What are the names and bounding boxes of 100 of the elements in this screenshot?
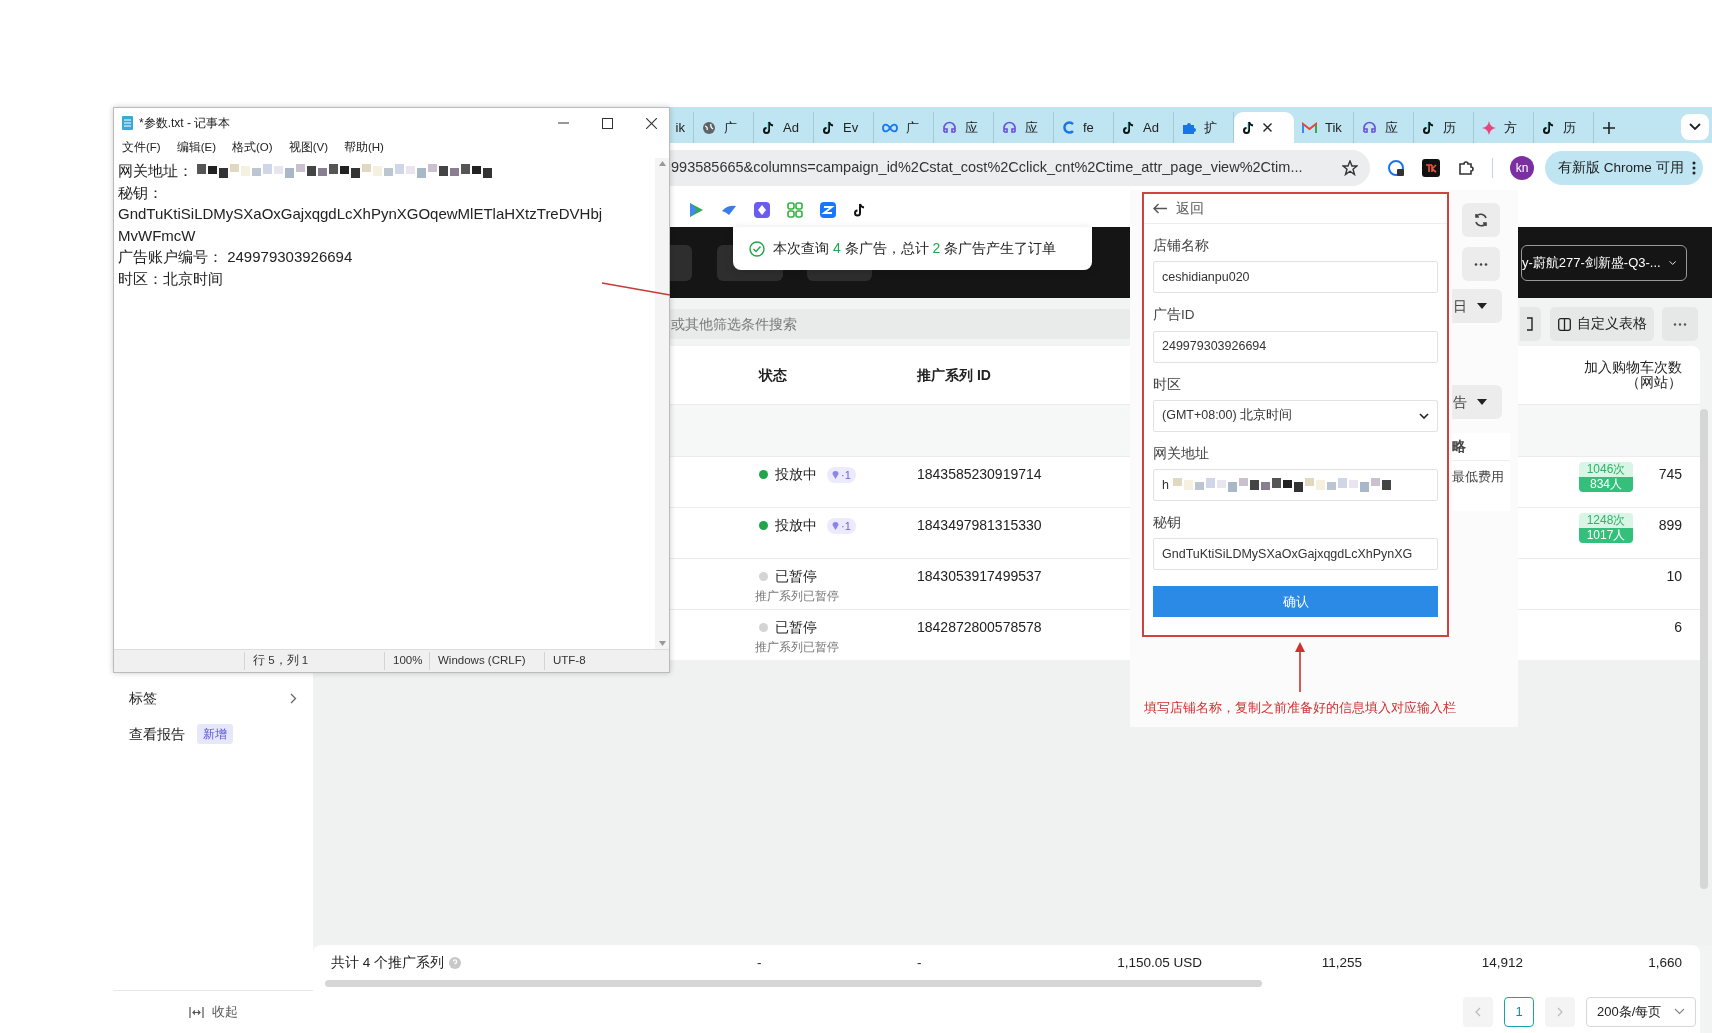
text-line: 网关地址：: [118, 161, 193, 181]
page-button[interactable]: 1: [1504, 996, 1534, 1027]
menu-item[interactable]: 视图(V): [288, 139, 328, 157]
summary-cell-text: -: [756, 954, 763, 972]
table-cell-text: 745: [1657, 465, 1682, 484]
leader-line: [601, 282, 671, 297]
menu-item[interactable]: 编辑(E): [176, 139, 217, 157]
status-note: 推广系列已暂停: [755, 639, 840, 656]
status-text: 100%: [384, 652, 429, 670]
close-icon[interactable]: [1263, 123, 1272, 132]
scroll-up-icon: [658, 161, 666, 166]
account-dropdown[interactable]: y-蔚航277-剑新盛-Q3-...: [1521, 244, 1687, 281]
close-icon[interactable]: [646, 117, 657, 129]
more-icon: [1691, 161, 1696, 175]
vertical-scrollbar[interactable]: [1700, 409, 1708, 889]
table-cell-text: 1842872800578578: [916, 618, 1043, 637]
select-field[interactable]: (GMT+08:00) 北京时间: [1153, 399, 1438, 432]
pin-icon: [832, 470, 839, 479]
column-header: 状态: [759, 365, 788, 385]
music-note-icon: [1242, 120, 1255, 135]
column-header: 加入购物车次数（网站）: [1583, 360, 1682, 390]
input-field[interactable]: ceshidianpu020: [1153, 261, 1438, 294]
puzzle-icon[interactable]: [1457, 159, 1475, 177]
profile-avatar[interactable]: kn: [1510, 156, 1534, 180]
field-label: 时区: [1153, 375, 1182, 394]
collapse-button[interactable]: 收起: [188, 1002, 238, 1022]
chevron-right-icon: [1557, 1006, 1563, 1017]
chevron-down-icon: [1689, 123, 1701, 131]
status-note: 推广系列已暂停: [755, 588, 840, 605]
page-size-select[interactable]: 200条/每页: [1586, 996, 1696, 1027]
columns-icon: [1557, 317, 1571, 331]
input-field[interactable]: 249979303926694: [1153, 330, 1438, 363]
field-label: 网关地址: [1153, 444, 1210, 463]
chevron-down-icon: [1668, 258, 1676, 267]
type-dropdown[interactable]: 告: [1452, 385, 1502, 419]
refresh-button[interactable]: [1462, 203, 1500, 237]
annotation-arrow: [1294, 642, 1306, 692]
count-badge: ·1: [827, 466, 856, 483]
status-text: UTF-8: [544, 652, 624, 670]
menu-text: 略: [1452, 433, 1510, 461]
play-icon[interactable]: [688, 202, 704, 218]
sidebar-item[interactable]: 标签: [129, 686, 297, 710]
music-note-icon: [1542, 120, 1555, 135]
refresh-icon: [1473, 212, 1489, 228]
update-chrome-button[interactable]: 有新版 Chrome 可用: [1545, 151, 1703, 185]
tab-search-button[interactable]: [1681, 114, 1709, 140]
star-icon[interactable]: [1342, 160, 1358, 176]
music-note-icon: [1422, 120, 1435, 135]
plus-icon: [1603, 121, 1615, 134]
search-field[interactable]: 或其他筛选条件搜索: [670, 309, 1130, 339]
summary-cell-text: -: [916, 954, 923, 972]
globe-icon: [702, 120, 716, 135]
summary-cell-text: 1,150.05 USD: [1116, 954, 1202, 972]
chevron-left-icon: [1475, 1006, 1481, 1017]
collapse-icon: [188, 1006, 204, 1018]
scroll-down-icon: [658, 641, 666, 646]
address-bar[interactable]: 993585665&columns=campaign_id%2Cstat_cost%2Cclick_cnt%2Ctime_attr_page_view%2Ctim...: [670, 150, 1370, 186]
check-circle-icon: [749, 240, 765, 257]
maximize-icon[interactable]: [602, 117, 613, 129]
arc-icon: [1062, 121, 1075, 134]
browser-tab[interactable]: [1234, 112, 1294, 143]
mail-icon: [1302, 121, 1317, 134]
column-header: 推广系列 ID: [916, 365, 992, 385]
extension-icon[interactable]: [1387, 159, 1405, 177]
chevron-right-icon: [290, 692, 297, 704]
vertical-scrollbar[interactable]: [655, 158, 669, 649]
confirm-button[interactable]: 确认: [1153, 586, 1438, 618]
app-icon[interactable]: [820, 202, 836, 218]
sidebar-item[interactable]: 查看报告 新增: [129, 722, 297, 746]
input-field[interactable]: GndTuKtiSiLDMySXaOxGajxqgdLcXhPynXG: [1153, 538, 1438, 571]
text-line: MvWFmcW: [118, 225, 196, 246]
back-button[interactable]: 返回: [1144, 194, 1447, 224]
infinity-icon: [882, 122, 898, 133]
text-line: 时区：北京时间: [118, 268, 223, 289]
more-icon: [1673, 322, 1687, 326]
status-text: 已暂停: [775, 567, 817, 586]
customize-table-button[interactable]: 自定义表格: [1550, 307, 1654, 341]
status-text: 行 5，列 1: [244, 652, 384, 670]
window-title: *参数.txt - 记事本: [139, 115, 231, 132]
status-text: Windows (CRLF): [429, 652, 544, 670]
notepad-icon: [122, 116, 133, 130]
text-line: 秘钥：: [118, 182, 163, 203]
toast-message: 本次查询 4 条广告，总计 2 条广告产生了订单: [773, 239, 1057, 258]
pin-icon: [832, 521, 839, 530]
date-dropdown[interactable]: 日: [1452, 289, 1502, 323]
table-cell-text: 1843585230919714: [916, 465, 1043, 484]
menu-item[interactable]: 格式(O): [232, 139, 273, 157]
grid-icon[interactable]: [787, 202, 803, 218]
music-note-icon[interactable]: [853, 202, 866, 218]
app-icon[interactable]: [754, 202, 770, 218]
toolbar-button[interactable]: [1520, 307, 1541, 341]
table-cell-text: 6: [1673, 618, 1682, 637]
annotation-caption: 填写店铺名称，复制之前准备好的信息填入对应输入栏: [1144, 699, 1456, 717]
horizontal-scrollbar[interactable]: [325, 980, 1262, 987]
menu-item[interactable]: 文件(F): [122, 139, 161, 157]
input-field[interactable]: h: [1153, 469, 1438, 501]
field-label: 秘钥: [1153, 514, 1182, 532]
text-line: GndTuKtiSiLDMySXaOxGajxqgdLcXhPynXGOqewMlETlaHXtzTreDVHbj: [118, 204, 603, 224]
menu-item[interactable]: 帮助(H): [344, 139, 384, 157]
extension-icon[interactable]: [1422, 159, 1440, 177]
